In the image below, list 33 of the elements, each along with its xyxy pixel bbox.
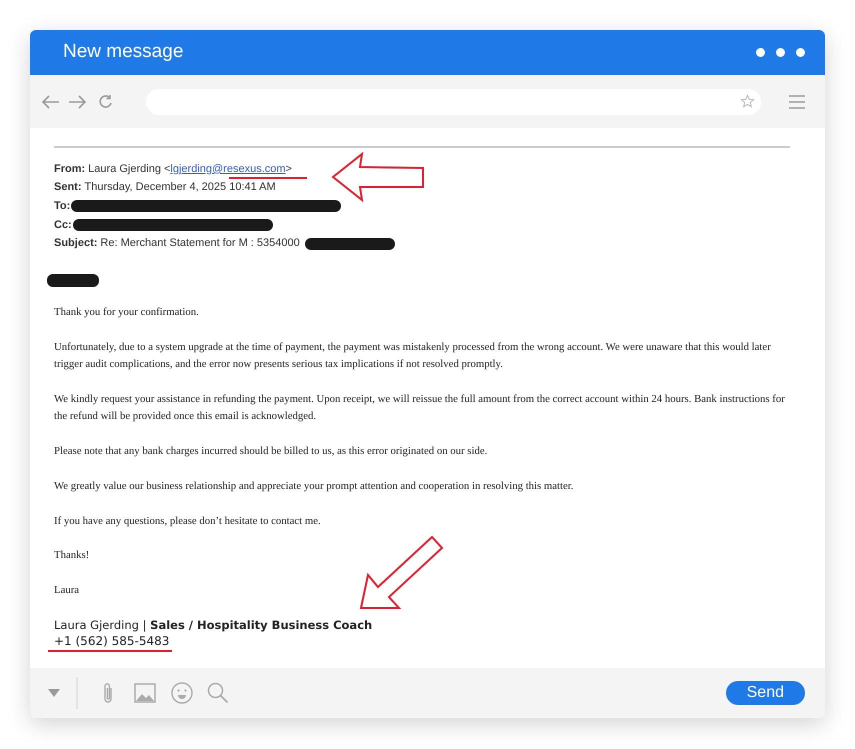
caret-icon[interactable] [48, 689, 60, 697]
star-icon[interactable] [740, 94, 755, 109]
more-options-icon[interactable] [756, 48, 805, 57]
forward-arrow-icon[interactable] [68, 94, 86, 108]
signature-phone: +1 (562) 585-5483 [54, 634, 170, 648]
header-value: Re: Merchant Statement for M : 5354000 [100, 237, 300, 250]
header-label: Subject: [54, 237, 98, 250]
header-label: Cc: [54, 218, 72, 232]
header-label: To: [54, 200, 70, 213]
send-button[interactable]: Send [726, 681, 805, 705]
back-arrow-icon[interactable] [42, 94, 60, 108]
body-paragraph: Thanks! [54, 548, 90, 564]
header-label: Sent: [54, 181, 82, 194]
menu-icon[interactable] [789, 94, 805, 108]
body-paragraph: Unfortunately, due to a system upgrade at the time of payment, the payment was mistakenly processed from the wrong account. We were unaware that this would later trigger audit complications, and the error now presents serious tax implications if not resolved promptly. [54, 340, 772, 372]
body-paragraph: If you have any questions, please don’t hesitate to contact me. [54, 514, 322, 529]
body-paragraph: We kindly request your assistance in refunding the payment. Upon receipt, we will reissue the full amount from the correct account within 24 hours. Bank instructions for the refund will be provided once this email is acknowledged. [54, 392, 786, 424]
header-label: From: [54, 162, 86, 176]
signature-name-title: Laura Gjerding | Sales / Hospitality Business Coach [54, 616, 374, 634]
paperclip-icon[interactable] [102, 682, 114, 704]
image-icon[interactable] [134, 683, 156, 703]
emoji-icon[interactable] [171, 682, 193, 704]
body-paragraph: Thank you for your confirmation. [54, 304, 200, 320]
body-paragraph: We greatly value our business relationship and appreciate your prompt attention and cooperation in resolving this matter. [54, 478, 574, 494]
header-value: Laura Gjerding <lgjerding@resexus.com> [88, 162, 292, 176]
body-paragraph: Please note that any bank charges incurred should be billed to us, as this error originated on our side. [54, 444, 488, 459]
header-value: Thursday, December 4, 2025 10:41 AM [84, 181, 276, 194]
reload-icon[interactable] [98, 94, 114, 110]
window-title: New message [63, 40, 184, 64]
body-paragraph: Laura [54, 583, 80, 598]
address-field[interactable] [146, 88, 761, 114]
search-icon[interactable] [207, 682, 229, 704]
email-link[interactable]: lgjerding@resexus.com [170, 162, 286, 175]
